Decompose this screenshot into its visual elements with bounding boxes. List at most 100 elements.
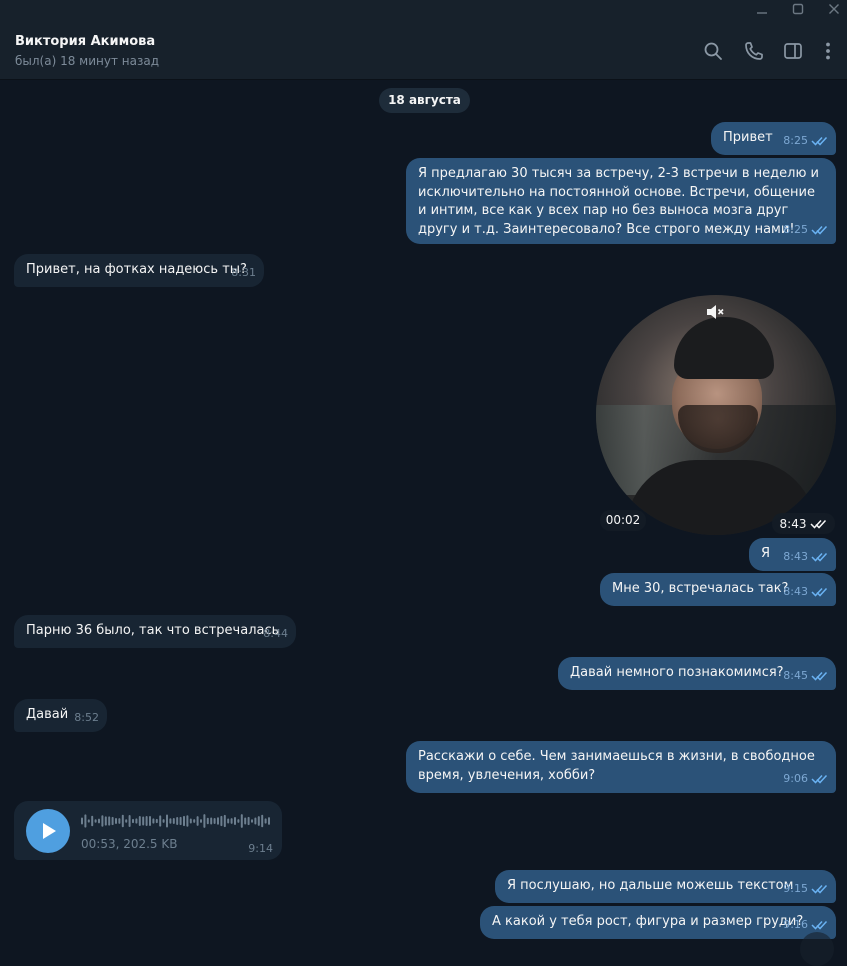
waveform-bar bbox=[125, 819, 128, 823]
waveform-bar bbox=[104, 816, 107, 826]
waveform-bar bbox=[220, 815, 223, 827]
waveform-bar bbox=[210, 817, 213, 825]
window-titlebar bbox=[0, 0, 847, 24]
waveform-bar bbox=[132, 818, 134, 824]
message-meta: 8:43 bbox=[783, 583, 828, 602]
message-text: Я послушаю, но дальше можешь текстом bbox=[507, 878, 794, 893]
muted-icon[interactable] bbox=[705, 303, 725, 321]
waveform-bar bbox=[244, 817, 247, 825]
waveform-bar bbox=[268, 817, 270, 825]
outgoing-message[interactable]: Расскажи о себе. Чем занимаешься в жизни… bbox=[406, 741, 836, 793]
maximize-icon[interactable] bbox=[788, 2, 808, 22]
message-meta: 9:16 bbox=[783, 916, 828, 935]
sidebar-icon[interactable] bbox=[782, 40, 804, 62]
message-time: 9:14 bbox=[248, 842, 273, 855]
message-meta: 8:45 bbox=[783, 667, 828, 686]
waveform-bar bbox=[247, 816, 250, 826]
waveform-bar bbox=[213, 818, 216, 824]
date-separator: 18 августа bbox=[379, 88, 470, 113]
waveform-bar bbox=[159, 815, 162, 827]
read-checks-icon bbox=[811, 137, 828, 146]
waveform-bar bbox=[115, 818, 117, 824]
voice-waveform[interactable] bbox=[81, 813, 273, 829]
play-icon bbox=[43, 823, 56, 839]
outgoing-message[interactable]: Я послушаю, но дальше можешь текстом 9:1… bbox=[495, 870, 836, 903]
message-meta: 8:43 bbox=[783, 548, 828, 567]
video-message[interactable] bbox=[596, 295, 836, 535]
chat-header[interactable]: Виктория Акимова был(а) 18 минут назад bbox=[0, 24, 847, 80]
waveform-bar bbox=[108, 816, 111, 826]
outgoing-message[interactable]: Я 8:43 bbox=[749, 538, 836, 571]
waveform-bar bbox=[152, 818, 155, 824]
waveform-bar bbox=[223, 814, 226, 828]
message-time: 8:25 bbox=[783, 133, 808, 147]
voice-message[interactable]: 00:53, 202.5 KB 9:14 bbox=[14, 801, 282, 860]
message-time: 8:43 bbox=[783, 549, 808, 563]
waveform-bar bbox=[203, 814, 206, 828]
message-time: 9:06 bbox=[783, 771, 808, 785]
message-list[interactable]: 18 августа Привет 8:25 Я предлагаю 30 ты… bbox=[0, 80, 847, 944]
waveform-bar bbox=[193, 819, 196, 823]
incoming-message[interactable]: Парню 36 было, так что встречалась 8:44 bbox=[14, 615, 296, 648]
waveform-bar bbox=[142, 816, 145, 826]
waveform-bar bbox=[128, 815, 131, 827]
waveform-bar bbox=[189, 818, 192, 824]
waveform-bar bbox=[183, 815, 185, 827]
message-meta: 8:31 bbox=[231, 264, 256, 283]
contact-name[interactable]: Виктория Акимова bbox=[15, 34, 155, 49]
message-meta: 8:25 bbox=[783, 221, 828, 240]
waveform-bar bbox=[234, 816, 236, 826]
message-text: А какой у тебя рост, фигура и размер гру… bbox=[492, 914, 804, 929]
waveform-bar bbox=[155, 818, 158, 824]
play-button[interactable] bbox=[26, 809, 70, 853]
minimize-icon[interactable] bbox=[752, 2, 772, 22]
waveform-bar bbox=[257, 816, 260, 826]
message-meta: 8:25 bbox=[783, 132, 828, 151]
message-text: Давай bbox=[26, 707, 69, 722]
message-meta: 8:44 bbox=[263, 625, 288, 644]
close-icon[interactable] bbox=[824, 2, 844, 22]
phone-icon[interactable] bbox=[743, 40, 765, 62]
waveform-bar bbox=[118, 818, 121, 824]
read-checks-icon bbox=[811, 885, 828, 894]
message-text: Расскажи о себе. Чем занимаешься в жизни… bbox=[418, 749, 815, 783]
outgoing-message[interactable]: Мне 30, встречалась так? 8:43 bbox=[600, 573, 836, 606]
message-time: 9:15 bbox=[783, 881, 808, 895]
outgoing-message[interactable]: А какой у тебя рост, фигура и размер гру… bbox=[480, 906, 836, 939]
outgoing-message[interactable]: Привет 8:25 bbox=[711, 122, 836, 155]
outgoing-message[interactable]: Я предлагаю 30 тысяч за встречу, 2-3 вст… bbox=[406, 158, 836, 244]
waveform-bar bbox=[176, 816, 179, 826]
waveform-bar bbox=[206, 817, 209, 825]
search-icon[interactable] bbox=[702, 40, 724, 62]
waveform-bar bbox=[179, 816, 182, 826]
contact-status: был(а) 18 минут назад bbox=[15, 54, 159, 68]
waveform-bar bbox=[200, 819, 202, 823]
outgoing-message[interactable]: Давай немного познакомимся? 8:45 bbox=[558, 657, 836, 690]
waveform-bar bbox=[121, 814, 124, 828]
message-meta: 9:15 bbox=[783, 880, 828, 899]
read-checks-icon bbox=[811, 553, 828, 562]
voice-info: 00:53, 202.5 KB bbox=[81, 837, 178, 851]
waveform-bar bbox=[81, 817, 83, 825]
message-time: 8:43 bbox=[783, 584, 808, 598]
message-meta: 8:52 bbox=[74, 709, 99, 728]
waveform-bar bbox=[186, 815, 189, 827]
waveform-bar bbox=[166, 814, 168, 828]
message-time: 8:45 bbox=[783, 668, 808, 682]
waveform-bar bbox=[240, 814, 243, 828]
read-checks-icon bbox=[810, 519, 827, 529]
waveform-bar bbox=[169, 818, 172, 824]
more-icon[interactable] bbox=[817, 40, 839, 62]
waveform-bar bbox=[98, 818, 100, 824]
waveform-bar bbox=[84, 814, 87, 828]
read-checks-icon bbox=[811, 226, 828, 235]
scroll-down-button[interactable] bbox=[800, 932, 834, 966]
waveform-bar bbox=[227, 818, 230, 824]
incoming-message[interactable]: Привет, на фотках надеюсь ты? 8:31 bbox=[14, 254, 264, 287]
message-text: Мне 30, встречалась так? bbox=[612, 581, 789, 596]
message-text: Привет bbox=[723, 130, 773, 145]
message-time: 9:16 bbox=[783, 917, 808, 931]
waveform-bar bbox=[135, 818, 138, 824]
incoming-message[interactable]: Давай 8:52 bbox=[14, 699, 107, 732]
waveform-bar bbox=[251, 819, 253, 823]
